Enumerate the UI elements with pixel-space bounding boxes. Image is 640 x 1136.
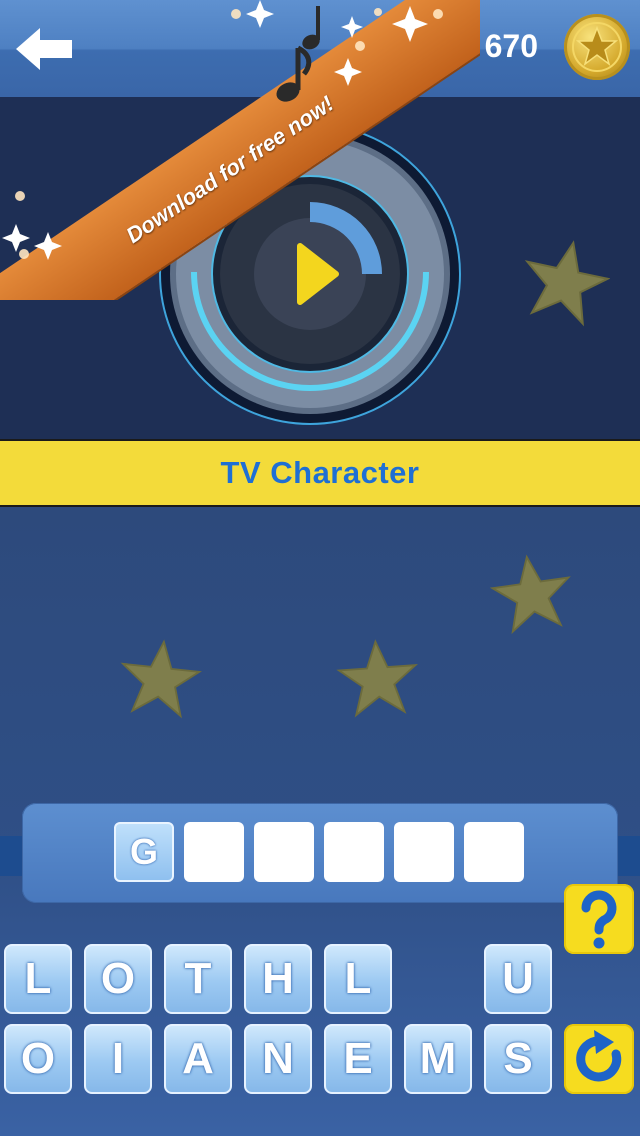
letter-key[interactable]: L bbox=[324, 944, 392, 1014]
letter-key[interactable]: M bbox=[404, 1024, 472, 1094]
answer-slot-empty[interactable] bbox=[464, 822, 524, 882]
category-banner: TV Character bbox=[0, 439, 640, 507]
hint-button[interactable] bbox=[564, 884, 634, 954]
letter-key[interactable]: H bbox=[244, 944, 312, 1014]
promo-ribbon-container: Download for free now! bbox=[0, 0, 480, 300]
answer-panel bbox=[22, 803, 618, 903]
answer-slot-empty[interactable] bbox=[324, 822, 384, 882]
answer-slot-empty[interactable] bbox=[254, 822, 314, 882]
gold-star-coin-icon[interactable] bbox=[564, 14, 630, 80]
coin-count: 670 bbox=[484, 28, 538, 64]
answer-slot-empty[interactable] bbox=[184, 822, 244, 882]
sparkle-icon bbox=[2, 0, 443, 260]
letter-key[interactable]: O bbox=[4, 1024, 72, 1094]
letter-key[interactable]: U bbox=[484, 944, 552, 1014]
reset-button[interactable] bbox=[564, 1024, 634, 1094]
music-note-icon bbox=[276, 6, 320, 102]
star-decoration-icon bbox=[490, 554, 571, 635]
question-mark-icon bbox=[581, 890, 617, 949]
letter-key[interactable]: N bbox=[244, 1024, 312, 1094]
answer-slot-filled[interactable]: G bbox=[114, 822, 174, 882]
letter-key[interactable]: L bbox=[4, 944, 72, 1014]
letter-key[interactable]: E bbox=[324, 1024, 392, 1094]
letter-key[interactable]: S bbox=[484, 1024, 552, 1094]
letter-key[interactable]: A bbox=[164, 1024, 232, 1094]
star-decoration-icon bbox=[120, 639, 202, 719]
star-decoration-icon bbox=[524, 240, 610, 327]
refresh-arrow-icon bbox=[576, 1030, 622, 1082]
star-decoration-icon bbox=[336, 639, 419, 718]
category-label: TV Character bbox=[220, 455, 420, 490]
letter-key[interactable]: I bbox=[84, 1024, 152, 1094]
answer-slot-empty[interactable] bbox=[394, 822, 454, 882]
letter-key[interactable]: O bbox=[84, 944, 152, 1014]
letter-key[interactable]: T bbox=[164, 944, 232, 1014]
